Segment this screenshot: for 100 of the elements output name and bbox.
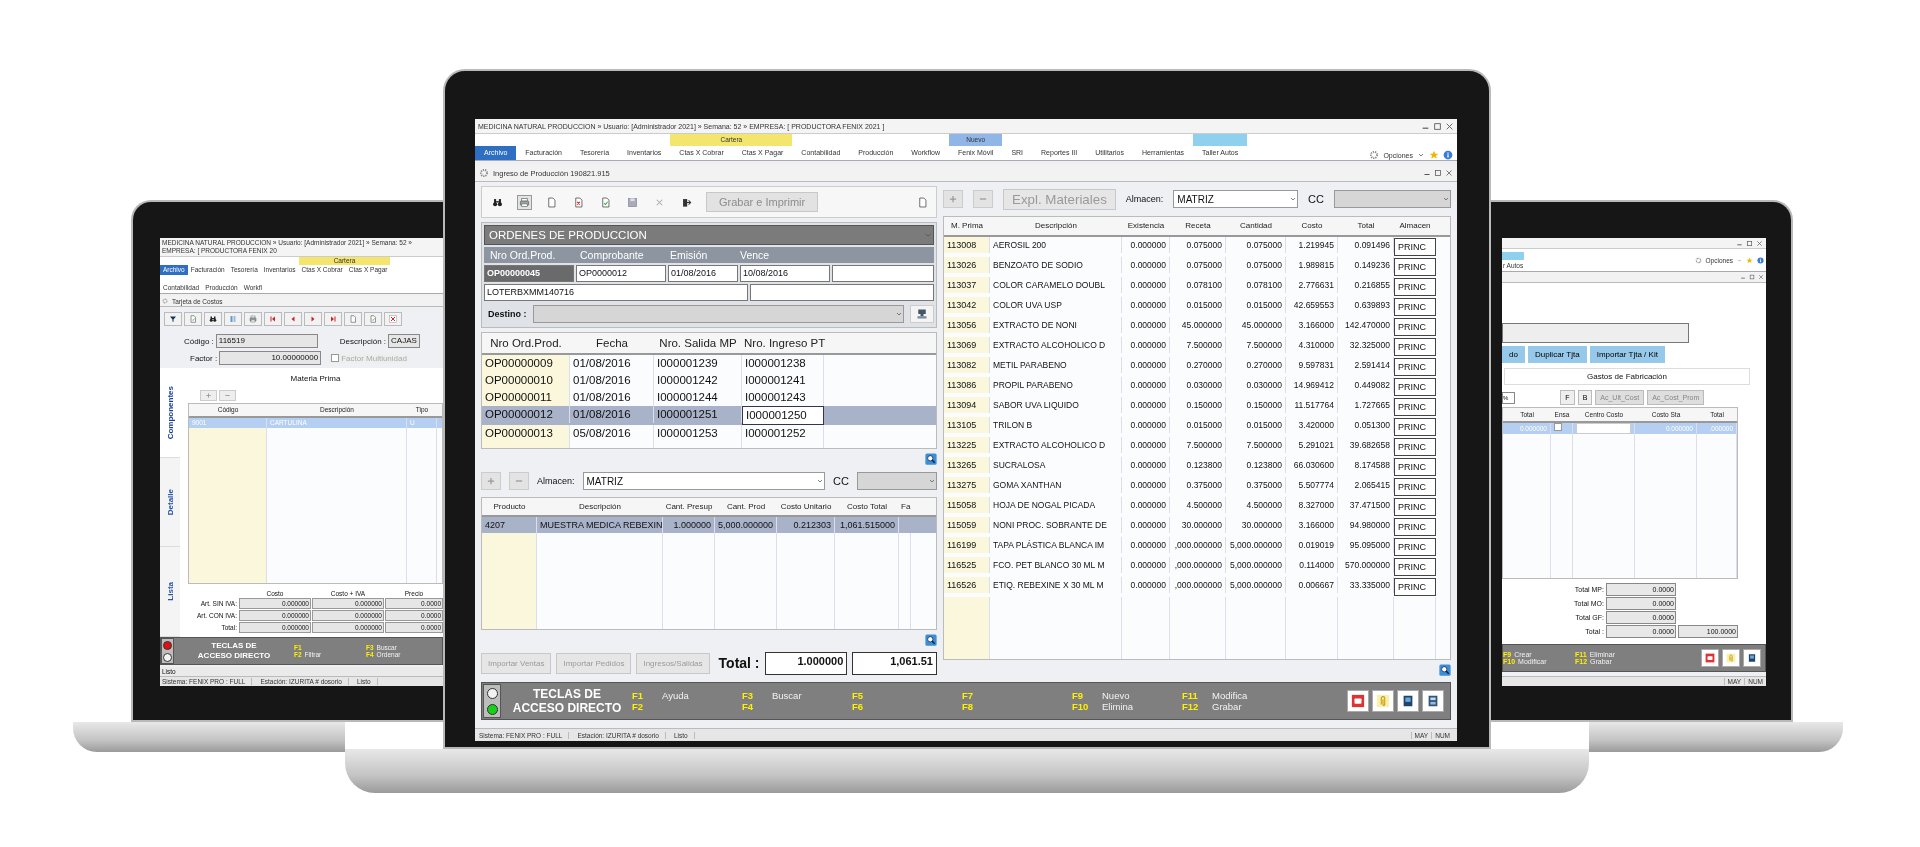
column-header[interactable]: Almacen: [1394, 217, 1436, 235]
document-icon[interactable]: [917, 196, 928, 208]
add-button[interactable]: [943, 190, 963, 208]
table-row[interactable]: OP00000012 01/08/2016 I000001251 I000001250: [482, 406, 936, 425]
icon-button[interactable]: [1422, 690, 1444, 712]
input-field[interactable]: OP00000045: [484, 265, 574, 282]
action-button[interactable]: do: [1502, 346, 1525, 363]
shortcut-label[interactable]: Nuevo: [1102, 690, 1130, 701]
input-field[interactable]: 10/08/2016: [740, 265, 830, 282]
shortcut-label[interactable]: Elimina: [1102, 701, 1134, 712]
icon-button[interactable]: [910, 305, 934, 323]
dropdown[interactable]: MATRIZ: [1173, 190, 1299, 208]
star-icon[interactable]: [1429, 150, 1439, 160]
maximize-icon[interactable]: [1434, 169, 1442, 177]
table-cell: 0.000000: [1122, 417, 1170, 433]
printer-icon[interactable]: [519, 196, 530, 208]
gear-icon[interactable]: [1369, 150, 1380, 160]
input-field[interactable]: [832, 265, 934, 282]
column-header[interactable]: Nro. Salida MP: [654, 333, 742, 353]
star-icon[interactable]: [1746, 256, 1753, 264]
exit-icon[interactable]: [681, 196, 692, 208]
column-header[interactable]: Nro. Ingreso PT: [742, 333, 824, 353]
shortcut-label[interactable]: Grabar: [1212, 701, 1242, 712]
column-header[interactable]: Fa: [899, 498, 911, 515]
column-header[interactable]: Costo Unitario: [777, 498, 835, 515]
column-header[interactable]: Total: [1338, 217, 1394, 235]
dropdown[interactable]: MATRIZ: [582, 472, 826, 490]
side-tab-label[interactable]: Componentes: [165, 385, 175, 439]
column-header[interactable]: M. Prima: [944, 217, 990, 235]
input-field[interactable]: 01/08/2016: [668, 265, 738, 282]
side-tab-label[interactable]: Lista: [165, 582, 175, 601]
search-icon[interactable]: [492, 196, 503, 208]
dropdown[interactable]: [857, 472, 937, 490]
shortcut-label[interactable]: Ayuda: [662, 690, 689, 701]
checkbox[interactable]: [1554, 423, 1562, 431]
info-icon[interactable]: [1443, 150, 1453, 160]
column-header[interactable]: Nro Ord.Prod.: [482, 333, 570, 353]
table-cell: 0.000000: [1122, 257, 1170, 273]
column-header[interactable]: Costo Total: [835, 498, 899, 515]
column-header[interactable]: Receta: [1170, 217, 1226, 235]
column-header[interactable]: Cant. Prod: [715, 498, 777, 515]
column-header[interactable]: Costo: [1286, 217, 1338, 235]
column-header[interactable]: Fecha: [570, 333, 654, 353]
input-field[interactable]: 10.00000000: [219, 351, 322, 365]
side-tab[interactable]: Detalle: [160, 457, 180, 548]
maximize-icon[interactable]: [1433, 121, 1442, 131]
field-label: Destino :: [487, 309, 527, 319]
save-icon[interactable]: [627, 196, 638, 208]
close-icon[interactable]: [1756, 239, 1763, 247]
close-icon[interactable]: [1445, 169, 1453, 177]
column-header[interactable]: Existencia: [1122, 217, 1170, 235]
table-row[interactable]: OP00000009 01/08/2016 I000001239 I000001238: [482, 355, 936, 372]
icon-button[interactable]: [1397, 690, 1419, 712]
input-field[interactable]: [1502, 323, 1689, 343]
table-cell: COLOR UVA USP: [990, 297, 1122, 313]
table-cell: 0.000000: [1122, 477, 1170, 493]
icon-button[interactable]: [1701, 649, 1719, 667]
side-tab[interactable]: Lista: [160, 547, 180, 637]
info-icon[interactable]: [1757, 256, 1764, 264]
gear-icon[interactable]: [1694, 256, 1702, 264]
maximize-icon[interactable]: [1749, 274, 1755, 280]
input-field[interactable]: LOTERBXMM140716: [484, 284, 748, 301]
table-row[interactable]: OP00000010 01/08/2016 I000001242 I000001241: [482, 372, 936, 389]
search-icon[interactable]: [1439, 664, 1451, 676]
icon-button[interactable]: [1347, 690, 1369, 712]
shortcut-label[interactable]: Buscar: [772, 690, 802, 701]
column-header[interactable]: Descripción: [990, 217, 1122, 235]
add-button[interactable]: [200, 390, 217, 401]
search-icon[interactable]: [925, 634, 937, 646]
maximize-icon[interactable]: [1746, 239, 1753, 247]
action-button[interactable]: Importar Tjta / Kit: [1589, 346, 1665, 363]
input-field[interactable]: [750, 284, 934, 301]
search-icon[interactable]: [925, 453, 937, 465]
icon-button[interactable]: [1743, 649, 1761, 667]
table-row[interactable]: OP00000013 05/08/2016 I000001253 I000001252: [482, 425, 936, 442]
caret-icon[interactable]: [1417, 151, 1425, 159]
column-header[interactable]: Descripción: [537, 498, 663, 515]
column-header[interactable]: Producto: [482, 498, 537, 515]
last-record-icon: [329, 315, 337, 323]
input-field[interactable]: OP0000012: [576, 265, 666, 282]
add-button[interactable]: [481, 472, 501, 490]
dropdown[interactable]: [1334, 190, 1451, 208]
input-field[interactable]: 116519: [215, 334, 318, 348]
document-icon[interactable]: [546, 196, 557, 208]
dropdown[interactable]: [532, 305, 904, 323]
approve-document-icon[interactable]: [600, 196, 611, 208]
column-header[interactable]: Cant. Presup: [663, 498, 715, 515]
toolbar-button[interactable]: [164, 312, 182, 326]
action-button[interactable]: Duplicar Tjta: [1527, 346, 1587, 363]
table-cell: 0.000000: [1122, 497, 1170, 513]
shortcut-label[interactable]: Modifica: [1212, 690, 1248, 701]
table-cell: 7.500000: [1226, 437, 1286, 453]
close-icon[interactable]: [1758, 274, 1764, 280]
column-header[interactable]: Cantidad: [1226, 217, 1286, 235]
delete-document-icon[interactable]: [573, 196, 584, 208]
toolbar-button[interactable]: [204, 312, 222, 326]
close-icon[interactable]: [1445, 121, 1454, 131]
table-row[interactable]: 4207 MUESTRA MEDICA REBEXIN 1.000000 5,000.000000 0.212303 1,061.515000: [482, 517, 936, 533]
side-tab-label[interactable]: Detalle: [165, 488, 175, 516]
input-field[interactable]: CAJAS: [388, 334, 420, 348]
